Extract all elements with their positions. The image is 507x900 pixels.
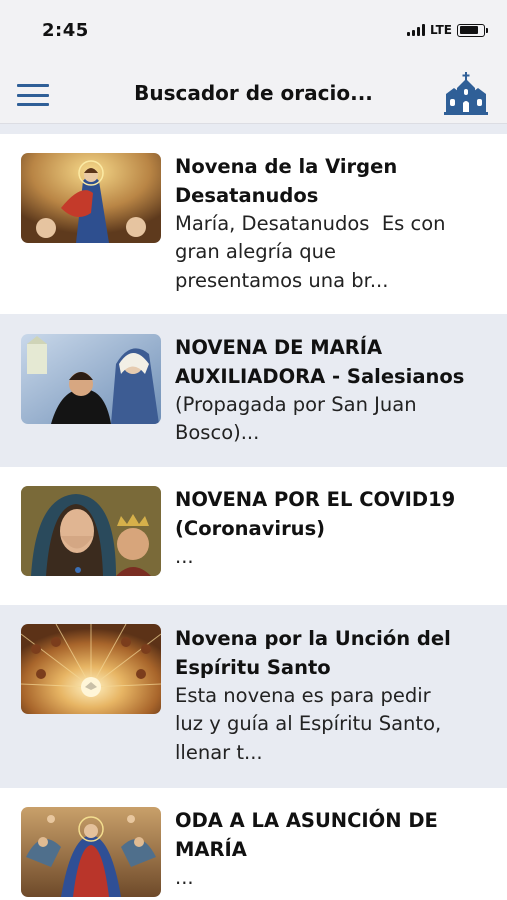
navigation-bar: Buscador de oracio... (0, 60, 507, 124)
list-item[interactable]: ODA A LA ASUNCIÓN DE MARÍA ... (0, 788, 507, 900)
church-icon[interactable] (442, 72, 490, 116)
item-title-line: MARÍA (175, 838, 247, 861)
list-item[interactable]: NOVENA POR EL COVID19 (Coronavirus) ... (0, 467, 507, 605)
item-description-line: Bosco)... (175, 421, 260, 444)
item-title-line: Desatanudos (175, 184, 319, 207)
item-title-line: ODA A LA ASUNCIÓN DE (175, 809, 438, 832)
item-title-line: NOVENA DE MARÍA (175, 336, 383, 359)
item-description-line: (Propagada por San Juan (175, 393, 417, 416)
item-description-line: ... (175, 866, 194, 889)
network-type: LTE (429, 23, 452, 37)
item-thumbnail (21, 624, 161, 714)
battery-icon (457, 23, 488, 37)
status-indicators: LTE (406, 23, 488, 37)
item-description-line: Esta novena es para pedir (175, 684, 431, 707)
item-title-line: (Coronavirus) (175, 517, 326, 540)
list-item[interactable]: Novena por la Unción del Espíritu Santo … (0, 605, 507, 788)
item-description-line: presentamos una br... (175, 269, 389, 292)
status-bar: 2:45 LTE (0, 0, 507, 60)
item-description-line: luz y guía al Espíritu Santo, (175, 712, 442, 735)
page-title: Buscador de oracio... (134, 81, 373, 105)
list-item[interactable]: NOVENA DE MARÍA AUXILIADORA - Salesianos… (0, 314, 507, 467)
item-title-line: Novena de la Virgen (175, 155, 398, 178)
item-thumbnail (21, 807, 161, 897)
item-description-line: María, Desatanudos Es con (175, 212, 446, 235)
item-description-line: ... (175, 545, 194, 568)
item-description-line: llenar t... (175, 741, 263, 764)
item-thumbnail (21, 486, 161, 576)
item-title-line: Novena por la Unción del (175, 627, 451, 650)
signal-icon (406, 24, 425, 36)
item-title-line: AUXILIADORA - Salesianos (175, 365, 465, 388)
item-description-line: gran alegría que (175, 240, 336, 263)
prayer-list: Novena de la Virgen Desatanudos María, D… (0, 124, 507, 900)
item-thumbnail (21, 153, 161, 243)
status-time: 2:45 (42, 20, 89, 41)
item-thumbnail (21, 334, 161, 424)
item-title-line: Espíritu Santo (175, 656, 331, 679)
item-title-line: NOVENA POR EL COVID19 (175, 488, 456, 511)
list-item[interactable]: Novena de la Virgen Desatanudos María, D… (0, 134, 507, 314)
